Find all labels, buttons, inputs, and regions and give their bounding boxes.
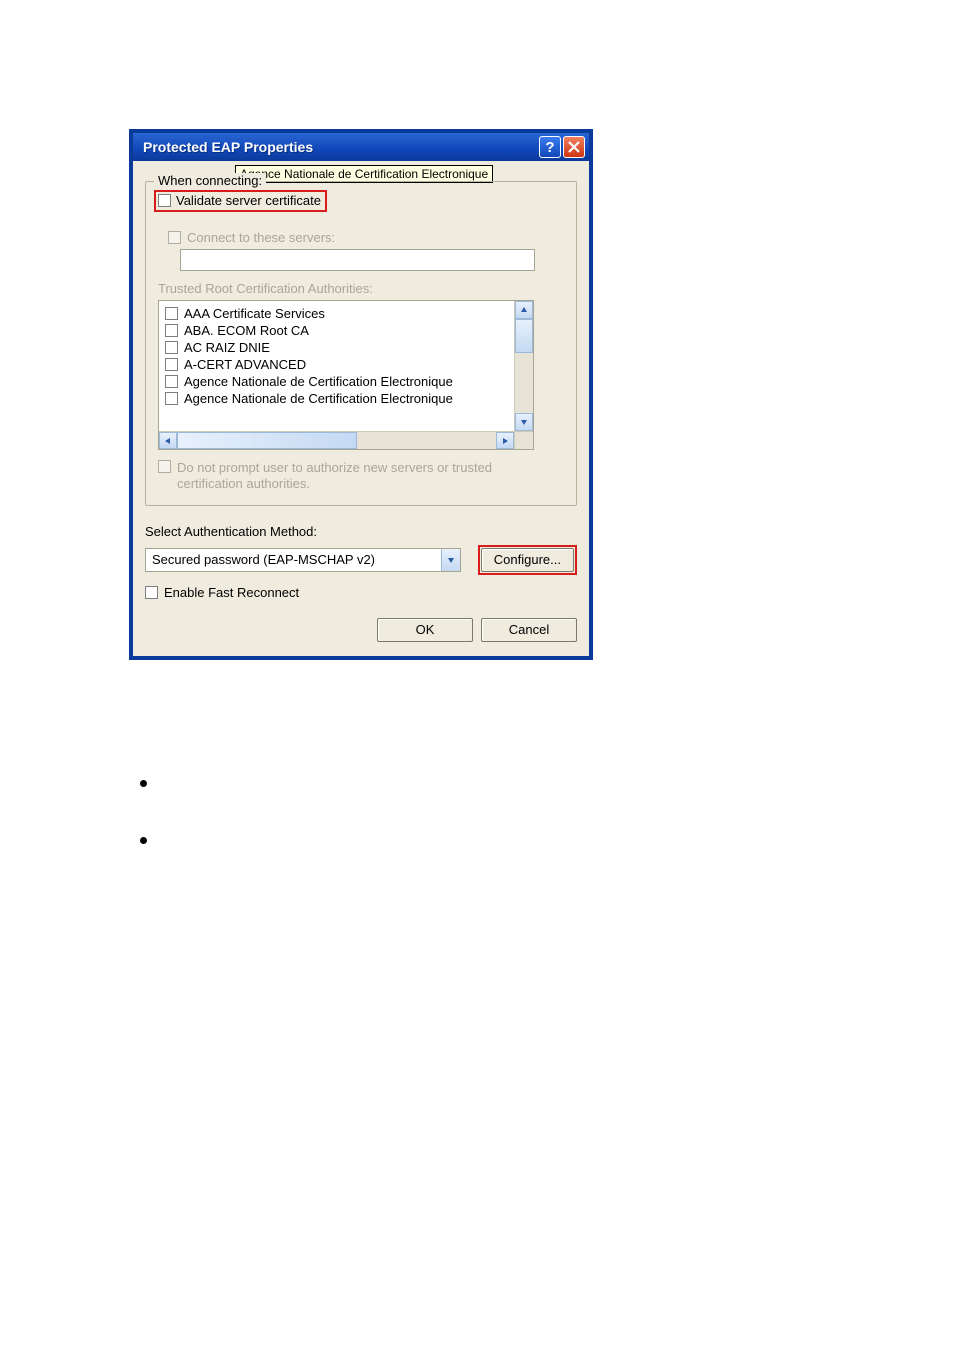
horizontal-scroll-track[interactable] <box>357 432 496 449</box>
connect-to-servers-checkbox <box>168 231 181 244</box>
select-auth-method-label: Select Authentication Method: <box>145 524 577 539</box>
cancel-label: Cancel <box>509 622 549 637</box>
trusted-root-list[interactable]: AAA Certificate Services ABA. ECOM Root … <box>158 300 534 450</box>
trusted-root-items-viewport: AAA Certificate Services ABA. ECOM Root … <box>159 301 533 431</box>
bullet-list <box>140 780 147 894</box>
list-item[interactable]: AC RAIZ DNIE <box>165 340 533 355</box>
bullet-icon <box>140 780 147 787</box>
list-item[interactable]: AAA Certificate Services <box>165 306 533 321</box>
ca-label: Agence Nationale de Certification Electr… <box>184 374 453 389</box>
scroll-right-button[interactable] <box>496 432 514 449</box>
validate-server-certificate-label: Validate server certificate <box>176 193 321 208</box>
ca-label: AC RAIZ DNIE <box>184 340 270 355</box>
list-item[interactable]: Agence Nationale de Certification Electr… <box>165 391 533 406</box>
list-item[interactable]: ABA. ECOM Root CA <box>165 323 533 338</box>
validate-server-certificate-checkbox[interactable] <box>158 194 171 207</box>
group-legend-prefix: When connecting: <box>158 173 262 188</box>
titlebar[interactable]: Protected EAP Properties ? <box>133 133 589 161</box>
configure-label: Configure... <box>494 552 561 567</box>
ca-checkbox[interactable] <box>165 307 178 320</box>
when-connecting-group: When connecting: Validate server certifi… <box>145 181 577 506</box>
ca-label: ABA. ECOM Root CA <box>184 323 309 338</box>
ca-checkbox[interactable] <box>165 358 178 371</box>
vertical-scroll-track[interactable] <box>515 353 533 413</box>
do-not-prompt-label: Do not prompt user to authorize new serv… <box>177 460 537 493</box>
do-not-prompt-checkbox <box>158 460 171 473</box>
vertical-scrollbar[interactable] <box>514 301 533 431</box>
connect-to-servers-input <box>180 249 535 271</box>
list-item[interactable]: Agence Nationale de Certification Electr… <box>165 374 533 389</box>
scrollbar-corner <box>514 432 533 449</box>
ca-label: Agence Nationale de Certification Electr… <box>184 391 453 406</box>
auth-method-select[interactable]: Secured password (EAP-MSCHAP v2) <box>145 548 461 572</box>
help-button[interactable]: ? <box>539 136 561 158</box>
ca-label: AAA Certificate Services <box>184 306 325 321</box>
ok-button[interactable]: OK <box>377 618 473 642</box>
auth-method-selected: Secured password (EAP-MSCHAP v2) <box>152 552 375 567</box>
horizontal-scroll-thumb[interactable] <box>177 432 357 449</box>
trusted-root-label: Trusted Root Certification Authorities: <box>158 281 564 296</box>
configure-button[interactable]: Configure... <box>481 548 574 572</box>
horizontal-scrollbar[interactable] <box>159 431 533 449</box>
dialog-title: Protected EAP Properties <box>143 139 537 155</box>
ok-label: OK <box>416 622 435 637</box>
scroll-up-button[interactable] <box>515 301 533 319</box>
cancel-button[interactable]: Cancel <box>481 618 577 642</box>
ca-label: A-CERT ADVANCED <box>184 357 306 372</box>
ca-checkbox[interactable] <box>165 392 178 405</box>
list-item[interactable]: A-CERT ADVANCED <box>165 357 533 372</box>
enable-fast-reconnect-label: Enable Fast Reconnect <box>164 585 299 600</box>
vertical-scroll-thumb[interactable] <box>515 319 533 353</box>
ca-checkbox[interactable] <box>165 324 178 337</box>
close-button[interactable] <box>563 136 585 158</box>
scroll-left-button[interactable] <box>159 432 177 449</box>
scroll-down-button[interactable] <box>515 413 533 431</box>
chevron-down-icon[interactable] <box>441 549 460 571</box>
ca-checkbox[interactable] <box>165 375 178 388</box>
connect-to-servers-label: Connect to these servers: <box>187 230 335 245</box>
enable-fast-reconnect-checkbox[interactable] <box>145 586 158 599</box>
bullet-icon <box>140 837 147 844</box>
ca-checkbox[interactable] <box>165 341 178 354</box>
protected-eap-dialog: Protected EAP Properties ? Agence Nation… <box>130 130 592 659</box>
